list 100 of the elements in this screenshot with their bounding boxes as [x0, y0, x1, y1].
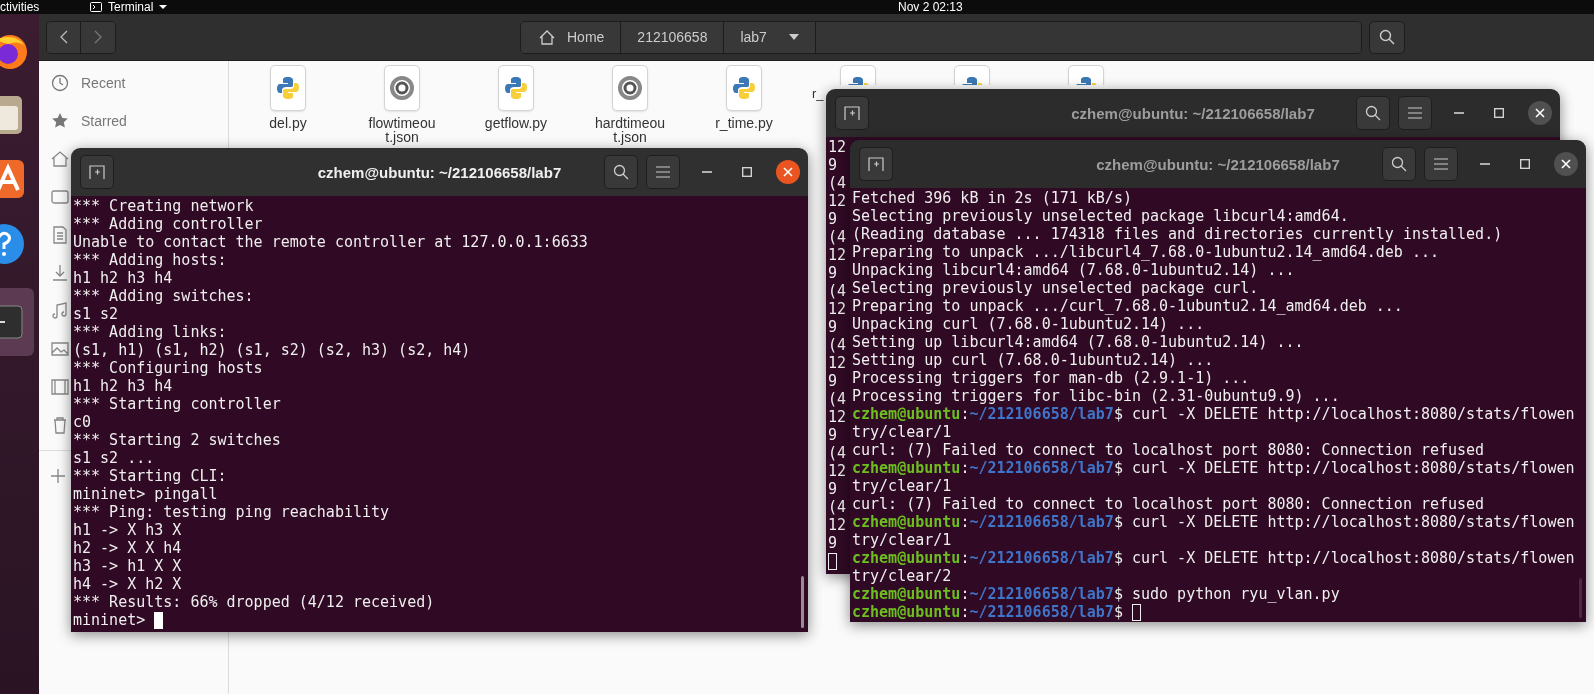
- window-title: czhem@ubuntu: ~/212106658/lab7: [317, 163, 562, 181]
- file-name: r_time.py: [715, 116, 773, 130]
- output-line: 9: [828, 210, 838, 228]
- output-line: *** Starting CLI:: [73, 467, 227, 485]
- new-tab-button[interactable]: [835, 96, 869, 130]
- maximize-icon: [1520, 159, 1530, 169]
- desktop-icon: [51, 188, 69, 206]
- json-file-icon[interactable]: [382, 64, 422, 114]
- close-icon: [783, 167, 793, 177]
- clock[interactable]: Nov 2 02:13: [898, 0, 963, 14]
- output-line: Preparing to unpack .../libcurl4_7.68.0-1ubuntu2.14_amd64.deb ...: [852, 243, 1439, 261]
- clock-icon: [51, 74, 69, 92]
- new-tab-button[interactable]: [80, 155, 114, 189]
- output-line: Processing triggers for man-db (2.9.1-1) ...: [852, 369, 1250, 387]
- menu-button[interactable]: [1398, 96, 1432, 130]
- output-line: 12: [828, 462, 847, 480]
- back-button[interactable]: [47, 21, 81, 53]
- search-button[interactable]: [1382, 147, 1416, 181]
- new-tab-icon: [89, 164, 105, 180]
- close-button[interactable]: [1528, 101, 1552, 125]
- activities-button[interactable]: ctivities: [0, 0, 40, 14]
- output-line: Unpacking libcurl4:amd64 (7.68.0-1ubuntu2.14) ...: [852, 261, 1295, 279]
- menu-icon: [1434, 158, 1448, 170]
- chevron-right-icon: [94, 30, 102, 44]
- sidebar-item[interactable]: Starred: [39, 102, 228, 140]
- terminal-icon: [90, 2, 102, 12]
- python-file-icon[interactable]: [838, 64, 878, 85]
- new-tab-button[interactable]: [859, 147, 893, 181]
- output-line: (4: [828, 228, 847, 246]
- python-file-icon[interactable]: [496, 64, 536, 114]
- scrollbar[interactable]: [1579, 578, 1582, 618]
- prompt-line: czhem@ubuntu:~/212106658/lab7$: [852, 603, 1124, 621]
- picture-icon: [51, 340, 69, 358]
- maximize-icon: [742, 167, 752, 177]
- output-line: Setting up libcurl4:amd64 (7.68.0-1ubuntu2.14) ...: [852, 333, 1304, 351]
- menu-icon: [1408, 107, 1422, 119]
- sidebar-item[interactable]: Recent: [39, 64, 228, 102]
- file-name: r_: [812, 87, 824, 101]
- minimize-icon: [1480, 163, 1490, 165]
- output-line: (s1, h1) (s1, h2) (s1, s2) (s2, h3) (s2, h4): [73, 341, 471, 359]
- search-icon: [1365, 105, 1381, 121]
- python-file-icon[interactable]: [1066, 64, 1106, 85]
- search-button[interactable]: [604, 155, 638, 189]
- chevron-left-icon: [59, 30, 68, 44]
- output-line: 12: [828, 408, 847, 426]
- output-line: 9: [828, 426, 838, 444]
- output-line: (4: [828, 444, 847, 462]
- output-line: *** Adding controller: [73, 215, 263, 233]
- output-line: 9: [828, 534, 838, 552]
- output-line: mininet> pingall: [73, 485, 218, 503]
- window-title: czhem@ubuntu: ~/212106658/lab7: [1096, 155, 1340, 173]
- python-file-icon[interactable]: [268, 64, 308, 114]
- output-line: *** Ping: testing ping reachability: [73, 503, 390, 521]
- output-line: Unpacking curl (7.68.0-1ubuntu2.14) ...: [852, 315, 1205, 333]
- menu-icon: [656, 166, 670, 178]
- output-line: s1 s2 ...: [73, 449, 155, 467]
- prompt-line: czhem@ubuntu:~/212106658/lab7$ curl -X DELETE http://localhost:8080/stats/flowen: [852, 513, 1575, 531]
- new-tab-icon: [868, 156, 884, 172]
- output-line: 9: [828, 156, 838, 174]
- close-icon: [1561, 159, 1571, 169]
- output-line: 9: [828, 480, 838, 498]
- output-line: try/clear/1: [852, 531, 952, 549]
- output-line: Fetched 396 kB in 2s (171 kB/s): [852, 189, 1132, 207]
- close-button[interactable]: [776, 160, 800, 184]
- output-line: (4: [828, 390, 847, 408]
- star-icon: [51, 112, 69, 130]
- output-line: 12: [828, 246, 847, 264]
- prompt-line: czhem@ubuntu:~/212106658/lab7$ curl -X DELETE http://localhost:8080/stats/flowen: [852, 549, 1575, 567]
- search-button[interactable]: [1369, 20, 1405, 54]
- file-name: flowtimeou t.json: [368, 116, 436, 144]
- output-line: try/clear/2: [852, 567, 952, 585]
- output-line: s1 s2: [73, 305, 119, 323]
- output-line: curl: (7) Failed to connect to localhost port 8080: Connection refused: [852, 495, 1485, 513]
- output-line: mininet>: [73, 611, 147, 629]
- output-line: (4: [828, 336, 847, 354]
- menu-button[interactable]: [1424, 147, 1458, 181]
- output-line: *** Results: 66% dropped (4/12 received): [73, 593, 435, 611]
- output-line: 9: [828, 318, 838, 336]
- output-line: try/clear/1: [852, 477, 952, 495]
- python-file-icon[interactable]: [952, 64, 992, 85]
- output-line: curl: (7) Failed to connect to localhost port 8080: Connection refused: [852, 441, 1485, 459]
- search-button[interactable]: [1356, 96, 1390, 130]
- close-icon: [1535, 108, 1545, 118]
- app-menu[interactable]: Terminal: [90, 0, 168, 14]
- trash-icon: [51, 416, 69, 434]
- output-line: (4: [828, 282, 847, 300]
- python-file-icon[interactable]: [724, 64, 764, 114]
- output-line: h3 -> h1 X X: [73, 557, 182, 575]
- new-tab-icon: [844, 105, 860, 121]
- add-icon[interactable]: [51, 469, 65, 483]
- output-line: Unable to contact the remote controller at 127.0.0.1:6633: [73, 233, 588, 251]
- output-line: *** Starting controller: [73, 395, 281, 413]
- close-button[interactable]: [1554, 152, 1578, 176]
- output-line: Preparing to unpack .../curl_7.68.0-1ubuntu2.14_amd64.deb ...: [852, 297, 1403, 315]
- json-file-icon[interactable]: [610, 64, 650, 114]
- file-name: hardtimeou t.json: [594, 116, 665, 144]
- caret-icon: [159, 4, 168, 10]
- output-line: 9: [828, 264, 838, 282]
- scrollbar[interactable]: [801, 576, 804, 628]
- menu-button[interactable]: [646, 155, 680, 189]
